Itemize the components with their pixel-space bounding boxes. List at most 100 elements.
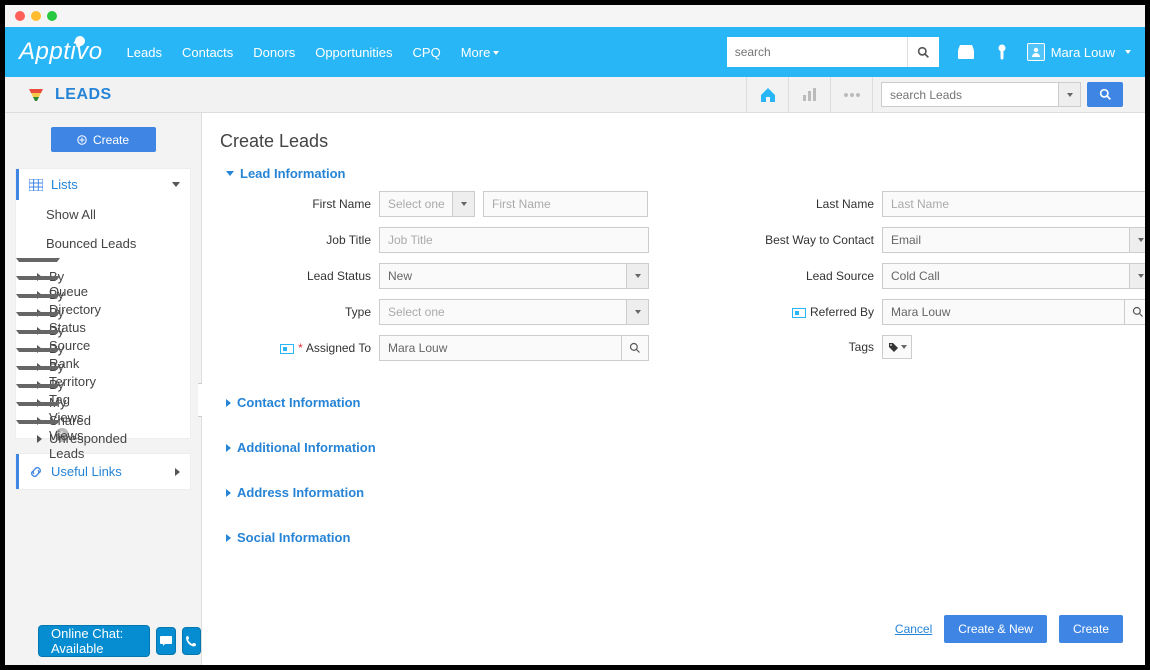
sidebar: Create Lists Show AllBounced LeadsBy Que… xyxy=(5,113,202,665)
more-options-button[interactable] xyxy=(830,77,872,112)
global-search-button[interactable] xyxy=(907,37,939,67)
top-navbar: Apptivo Leads Contacts Donors Opportunit… xyxy=(5,27,1145,77)
assigned-to-input[interactable]: Mara Louw xyxy=(379,335,621,361)
create-and-new-button[interactable]: Create & New xyxy=(944,615,1047,643)
main-content: Create Leads Lead Information First Name… xyxy=(202,113,1145,665)
search-icon xyxy=(917,46,930,59)
tags-add-button[interactable] xyxy=(882,335,912,359)
module-search-dropdown[interactable] xyxy=(1058,83,1080,106)
sidebar-item-shared-views[interactable]: Shared Views xyxy=(16,402,60,420)
create-submit-button[interactable]: Create xyxy=(1059,615,1123,643)
chat-phone-button[interactable] xyxy=(182,627,202,655)
sidebar-lists-section: Lists Show AllBounced LeadsBy QueueBy Di… xyxy=(15,168,191,439)
chevron-down-icon xyxy=(635,310,641,314)
chat-icon xyxy=(159,635,173,647)
maximize-dot[interactable] xyxy=(47,11,57,21)
module-title: LEADS xyxy=(55,86,112,104)
best-way-select[interactable]: Email xyxy=(882,227,1145,253)
nav-donors[interactable]: Donors xyxy=(253,45,295,60)
salutation-select[interactable]: Select one xyxy=(379,191,475,217)
sidebar-lists-header[interactable]: Lists xyxy=(16,169,190,200)
nav-opportunities[interactable]: Opportunities xyxy=(315,45,392,60)
close-dot[interactable] xyxy=(15,11,25,21)
chat-widget: Online Chat: Available xyxy=(38,625,201,657)
referred-by-input[interactable]: Mara Louw xyxy=(882,299,1124,325)
chevron-right-icon xyxy=(226,489,231,497)
chat-status-button[interactable]: Online Chat: Available xyxy=(38,625,150,657)
label-first-name: First Name xyxy=(226,197,371,211)
chat-message-button[interactable] xyxy=(156,627,176,655)
chevron-right-icon xyxy=(226,444,231,452)
section-lead-information[interactable]: Lead Information xyxy=(226,166,1121,181)
sidebar-item-by-status[interactable]: By Status xyxy=(16,294,60,312)
lead-status-select[interactable]: New xyxy=(379,263,649,289)
nav-leads[interactable]: Leads xyxy=(127,45,162,60)
chevron-right-icon xyxy=(226,399,231,407)
type-value: Select one xyxy=(388,305,445,319)
lead-source-select[interactable]: Cold Call xyxy=(882,263,1145,289)
section-additional-information-label: Additional Information xyxy=(237,440,376,455)
window-controls xyxy=(15,11,57,21)
module-search-input[interactable] xyxy=(881,82,1081,107)
tag-icon xyxy=(888,342,899,353)
first-name-input[interactable]: First Name xyxy=(483,191,648,217)
avatar-icon xyxy=(1027,43,1045,61)
label-tags: Tags xyxy=(729,340,874,354)
phone-icon xyxy=(185,635,197,647)
search-icon xyxy=(1099,88,1112,101)
job-title-input[interactable]: Job Title xyxy=(379,227,649,253)
chevron-down-icon xyxy=(901,345,907,349)
label-best-way: Best Way to Contact xyxy=(729,233,874,247)
cancel-link[interactable]: Cancel xyxy=(895,622,932,636)
chart-view-button[interactable] xyxy=(788,77,830,112)
global-search-input[interactable] xyxy=(727,37,907,67)
chevron-down-icon xyxy=(1125,50,1131,54)
page-title: Create Leads xyxy=(220,131,1121,152)
sidebar-item-my-views[interactable]: My Views+ xyxy=(16,384,60,402)
chat-status-label: Online Chat: Available xyxy=(51,626,137,656)
create-button[interactable]: Create xyxy=(51,127,156,152)
sidebar-item-by-queue[interactable]: By Queue xyxy=(16,258,60,276)
funnel-icon xyxy=(27,86,45,104)
nav-contacts[interactable]: Contacts xyxy=(182,45,233,60)
lead-status-value: New xyxy=(388,269,412,283)
salutation-value: Select one xyxy=(388,197,445,211)
chevron-right-icon xyxy=(226,534,231,542)
brand-logo[interactable]: Apptivo xyxy=(5,38,119,66)
referred-by-lookup-button[interactable] xyxy=(1124,299,1145,325)
section-additional-information[interactable]: Additional Information xyxy=(226,440,1121,455)
nav-cpq[interactable]: CPQ xyxy=(413,45,441,60)
home-button[interactable] xyxy=(746,77,788,112)
nav-more-label: More xyxy=(461,45,491,60)
sidebar-item-bounced-leads[interactable]: Bounced Leads xyxy=(16,229,190,258)
sidebar-item-by-territory[interactable]: By Territory xyxy=(16,348,60,366)
user-menu[interactable]: Mara Louw xyxy=(1027,43,1131,61)
nav-more[interactable]: More xyxy=(461,45,500,60)
assigned-to-lookup-button[interactable] xyxy=(621,335,649,361)
store-icon[interactable] xyxy=(957,43,975,61)
section-social-information[interactable]: Social Information xyxy=(226,530,1121,545)
sidebar-item-show-all[interactable]: Show All xyxy=(16,200,190,229)
notifications-icon[interactable] xyxy=(993,43,1011,61)
minimize-dot[interactable] xyxy=(31,11,41,21)
sidebar-item-unresponded-leads[interactable]: Unresponded Leads xyxy=(16,420,60,438)
chevron-down-icon xyxy=(226,171,234,176)
chevron-down-icon xyxy=(1067,93,1073,97)
sidebar-item-by-rank[interactable]: By Rank xyxy=(16,330,60,348)
nav-menu: Leads Contacts Donors Opportunities CPQ … xyxy=(127,45,500,60)
sidebar-item-by-directory[interactable]: By Directory xyxy=(16,276,60,294)
sidebar-useful-links[interactable]: Useful Links xyxy=(15,453,191,490)
section-lead-information-label: Lead Information xyxy=(240,166,345,181)
type-select[interactable]: Select one xyxy=(379,299,649,325)
last-name-input[interactable]: Last Name xyxy=(882,191,1145,217)
module-search-button[interactable] xyxy=(1087,82,1123,107)
footer-actions: Cancel Create & New Create xyxy=(895,615,1123,643)
sidebar-item-by-tag[interactable]: By Tag xyxy=(16,366,60,384)
plus-icon xyxy=(77,135,87,145)
label-referred-by: Referred By xyxy=(729,305,874,319)
sidebar-item-by-source[interactable]: By Source xyxy=(16,312,60,330)
form-right-column: Last Name Last Name Best Way to Contact … xyxy=(729,191,1145,361)
section-address-information[interactable]: Address Information xyxy=(226,485,1121,500)
section-contact-information[interactable]: Contact Information xyxy=(226,395,1121,410)
label-type: Type xyxy=(226,305,371,319)
